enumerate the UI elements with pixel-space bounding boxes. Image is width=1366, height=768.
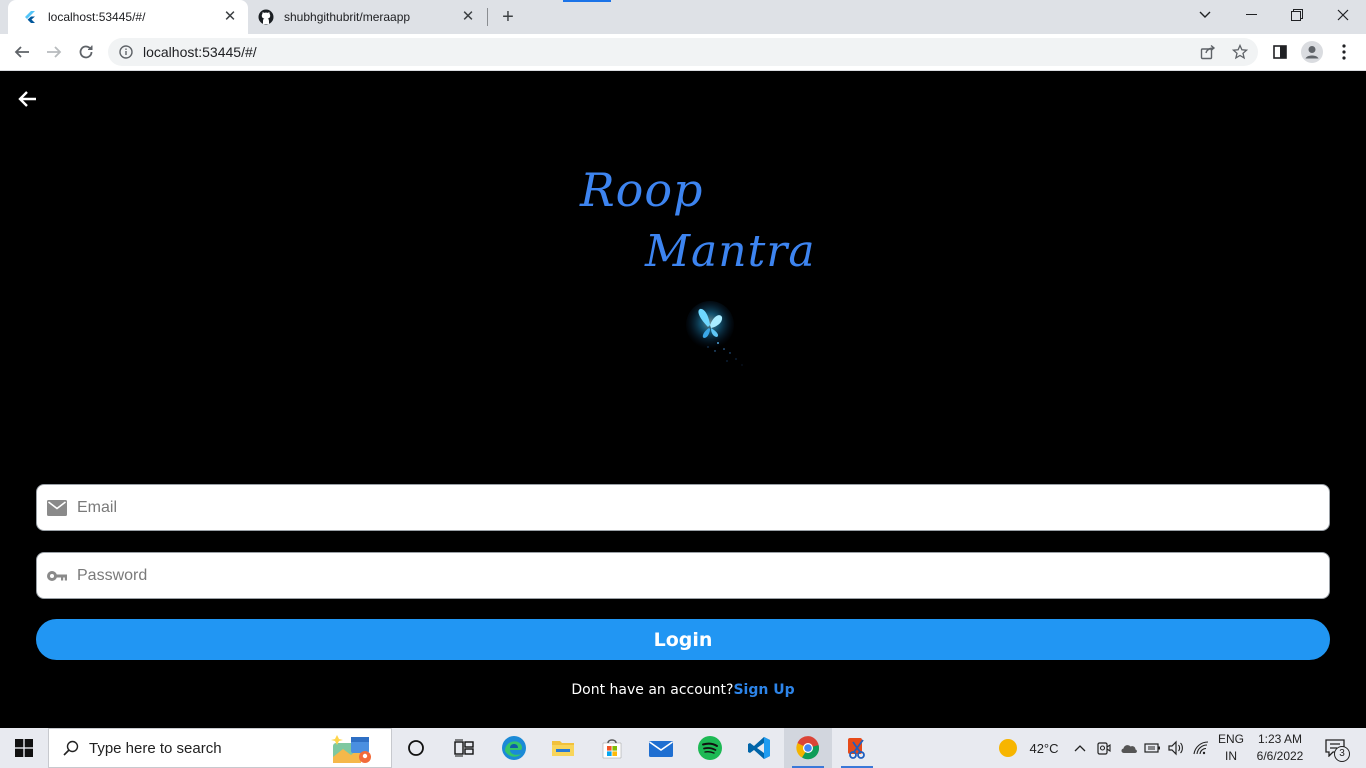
minimize-icon[interactable]	[1228, 0, 1274, 30]
tab-search-icon[interactable]	[1182, 0, 1228, 30]
notifications-icon[interactable]: 3	[1320, 728, 1350, 768]
edge-icon[interactable]	[490, 728, 538, 768]
logo-title-line1: Roop	[580, 163, 704, 217]
weather-temp[interactable]: 42°C	[1024, 728, 1064, 768]
bookmark-star-icon[interactable]	[1228, 40, 1252, 64]
butterfly-icon	[686, 301, 743, 366]
input-language[interactable]: ENG IN	[1214, 731, 1248, 765]
tab-title: localhost:53445/#/	[48, 10, 146, 24]
side-panel-icon[interactable]	[1268, 40, 1292, 64]
windows-taskbar: Type here to search 42°C ENG IN 1:23 AM …	[0, 728, 1366, 768]
profile-avatar-icon[interactable]	[1300, 40, 1324, 64]
browser-toolbar: localhost:53445/#/	[0, 34, 1366, 71]
flutter-icon	[22, 9, 38, 25]
tab-title: shubhgithubrit/meraapp	[284, 10, 411, 24]
tab-localhost[interactable]: localhost:53445/#/ ✕	[8, 0, 248, 34]
logo-title-line2: Mantra	[645, 226, 816, 277]
news-widget-icon[interactable]	[327, 733, 375, 765]
cortana-icon[interactable]	[392, 728, 440, 768]
chrome-icon[interactable]	[784, 728, 832, 768]
battery-plug-icon[interactable]	[1142, 728, 1164, 768]
back-icon[interactable]	[8, 38, 36, 66]
signup-link[interactable]: Sign Up	[733, 682, 794, 698]
task-view-icon[interactable]	[440, 728, 488, 768]
back-arrow-icon[interactable]	[16, 87, 40, 111]
restore-icon[interactable]	[1274, 0, 1320, 30]
close-tab-icon[interactable]: ✕	[222, 9, 238, 25]
file-explorer-icon[interactable]	[539, 728, 587, 768]
vscode-icon[interactable]	[735, 728, 783, 768]
clock-date: 6/6/2022	[1256, 749, 1304, 763]
region-code: IN	[1225, 749, 1237, 763]
envelope-icon	[46, 498, 68, 518]
email-field[interactable]	[36, 484, 1330, 531]
windows-start-icon[interactable]	[0, 728, 48, 768]
password-field[interactable]	[36, 552, 1330, 599]
menu-kebab-icon[interactable]	[1332, 40, 1356, 64]
close-tab-icon[interactable]: ✕	[460, 9, 476, 25]
taskbar-search-box[interactable]: Type here to search	[48, 728, 392, 768]
chevron-up-icon[interactable]	[1070, 728, 1090, 768]
login-button[interactable]: Login	[36, 619, 1330, 660]
tab-separator	[487, 8, 488, 26]
address-bar[interactable]: localhost:53445/#/	[108, 38, 1258, 66]
github-icon	[258, 9, 274, 25]
spotify-icon[interactable]	[686, 728, 734, 768]
password-input[interactable]	[77, 553, 1329, 598]
signup-row: Dont have an account?Sign Up	[0, 682, 1366, 698]
signup-prompt: Dont have an account?	[571, 682, 734, 698]
url-text[interactable]: localhost:53445/#/	[143, 44, 257, 60]
email-input[interactable]	[77, 485, 1329, 530]
taskbar-search-placeholder: Type here to search	[89, 739, 222, 757]
share-icon[interactable]	[1196, 40, 1220, 64]
new-tab-icon[interactable]: +	[498, 7, 518, 27]
app-viewport: Roop Mantra Lo	[0, 71, 1366, 728]
language-code: ENG	[1217, 732, 1244, 746]
mail-icon[interactable]	[637, 728, 685, 768]
close-window-icon[interactable]	[1320, 0, 1366, 30]
ms-store-icon[interactable]	[588, 728, 636, 768]
forward-icon[interactable]	[40, 38, 68, 66]
tab-indicator	[563, 0, 611, 2]
search-icon	[63, 740, 79, 756]
volume-icon[interactable]	[1166, 728, 1188, 768]
weather-sun-icon[interactable]	[996, 728, 1020, 768]
clock-time: 1:23 AM	[1257, 732, 1303, 746]
notification-badge: 3	[1334, 746, 1350, 762]
tab-github[interactable]: shubhgithubrit/meraapp ✕	[248, 0, 486, 34]
onedrive-cloud-icon[interactable]	[1118, 728, 1140, 768]
snipping-tool-icon[interactable]	[833, 728, 881, 768]
browser-tabstrip: localhost:53445/#/ ✕ shubhgithubrit/mera…	[0, 0, 1366, 34]
taskbar-clock[interactable]: 1:23 AM 6/6/2022	[1250, 731, 1310, 765]
meet-now-icon[interactable]	[1094, 728, 1114, 768]
reload-icon[interactable]	[72, 38, 100, 66]
site-info-icon[interactable]	[119, 45, 133, 59]
wifi-icon[interactable]	[1190, 728, 1212, 768]
key-icon	[46, 566, 68, 586]
